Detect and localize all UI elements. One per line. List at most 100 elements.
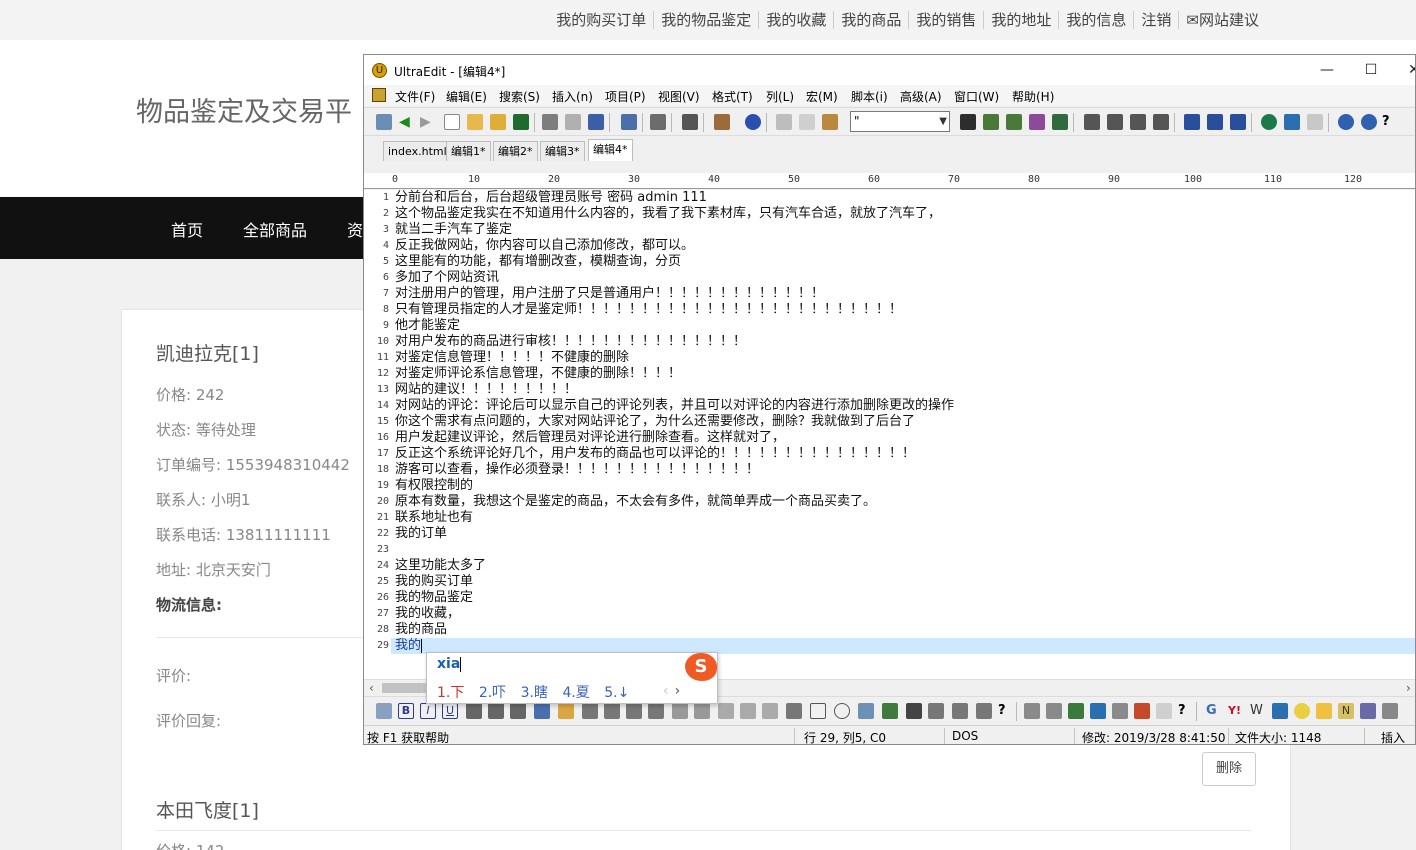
menu-file[interactable]: 文件(F) xyxy=(395,88,435,105)
select-icon[interactable] xyxy=(762,703,778,719)
menu-project[interactable]: 项目(P) xyxy=(605,88,646,105)
delete-button[interactable]: 删除 xyxy=(1202,752,1256,786)
button-element-icon[interactable] xyxy=(786,703,802,719)
bullet-list-icon[interactable] xyxy=(488,703,504,719)
menu-script[interactable]: 脚本(i) xyxy=(851,88,888,105)
link-my-appraisals[interactable]: 我的物品鉴定 xyxy=(653,11,758,29)
tab-edit3[interactable]: 编辑3* xyxy=(540,141,585,161)
pen-icon[interactable] xyxy=(1134,703,1150,719)
find-prev-icon[interactable] xyxy=(1006,114,1022,130)
comment-icon[interactable] xyxy=(976,703,992,719)
sogou-icon[interactable]: S xyxy=(685,653,717,681)
font-icon[interactable] xyxy=(534,703,550,719)
find-in-files-icon[interactable] xyxy=(1052,114,1068,130)
php-icon[interactable] xyxy=(1360,703,1376,719)
html-align-right-icon[interactable] xyxy=(626,703,642,719)
italic-icon[interactable]: I xyxy=(420,703,436,719)
info-icon[interactable] xyxy=(1338,114,1354,130)
print-preview-icon[interactable] xyxy=(565,114,581,130)
yahoo-icon[interactable]: Y! xyxy=(1228,703,1244,719)
more-tools-icon[interactable] xyxy=(1382,703,1398,719)
split-horizontal-icon[interactable] xyxy=(1184,114,1200,130)
ime-candidate[interactable]: 4.夏 xyxy=(562,685,589,701)
notes-icon[interactable] xyxy=(1316,703,1332,719)
wikipedia-icon[interactable]: W xyxy=(1250,703,1266,719)
split-vertical-icon[interactable] xyxy=(1207,114,1223,130)
input-icon[interactable] xyxy=(740,703,756,719)
paste-icon[interactable] xyxy=(822,114,838,130)
align-center-icon[interactable] xyxy=(1107,114,1123,130)
cut-icon[interactable] xyxy=(776,114,792,130)
scroll-left-icon[interactable]: ‹ xyxy=(369,680,374,696)
chevron-left-icon[interactable]: ‹ xyxy=(663,683,669,699)
link-icon[interactable] xyxy=(928,703,944,719)
find-next-icon[interactable] xyxy=(983,114,999,130)
link-my-sales[interactable]: 我的销售 xyxy=(908,11,983,29)
link-logout[interactable]: 注销 xyxy=(1133,11,1178,29)
frame-icon[interactable] xyxy=(858,703,874,719)
highlight-icon[interactable] xyxy=(558,703,574,719)
html-align-left-icon[interactable] xyxy=(582,703,598,719)
align-left-icon[interactable] xyxy=(1084,114,1100,130)
html-help-icon[interactable]: ? xyxy=(998,703,1014,719)
image-icon[interactable] xyxy=(882,703,898,719)
anchor-icon[interactable] xyxy=(906,703,922,719)
checkbox-icon[interactable] xyxy=(810,703,826,719)
menu-edit[interactable]: 编辑(E) xyxy=(446,88,487,105)
numbered-list-icon[interactable] xyxy=(510,703,526,719)
html-tidy-icon[interactable] xyxy=(1090,703,1106,719)
ftp-icon[interactable] xyxy=(1284,114,1300,130)
scroll-right-icon[interactable]: › xyxy=(1406,680,1411,696)
folder-icon[interactable] xyxy=(490,114,506,130)
print-icon[interactable] xyxy=(542,114,558,130)
tab-edit4[interactable]: 编辑4* xyxy=(588,139,633,161)
table-insert-icon[interactable] xyxy=(1024,703,1040,719)
tab-index-html[interactable]: index.html xyxy=(383,141,452,161)
justify-icon[interactable] xyxy=(1153,114,1169,130)
globe-icon[interactable] xyxy=(1261,114,1277,130)
save-icon[interactable] xyxy=(513,114,529,130)
menu-insert[interactable]: 插入(n) xyxy=(552,88,593,105)
ime-candidate[interactable]: 5.↓ xyxy=(604,685,629,701)
spell-check-icon[interactable] xyxy=(588,114,604,130)
msdn-icon[interactable] xyxy=(1272,703,1288,719)
menu-macro[interactable]: 宏(M) xyxy=(806,88,838,105)
back-icon[interactable]: ◀ xyxy=(399,114,415,130)
textbox-icon[interactable] xyxy=(718,703,734,719)
replace-icon[interactable] xyxy=(1029,114,1045,130)
text-editor-area[interactable]: 1 分前台和后台，后台超级管理员账号 密码 admin 111 2 这个物品鉴定… xyxy=(364,190,1415,680)
link-my-address[interactable]: 我的地址 xyxy=(983,11,1058,29)
settings-icon[interactable] xyxy=(1307,114,1323,130)
link-my-products[interactable]: 我的商品 xyxy=(833,11,908,29)
nav-news[interactable]: 资 xyxy=(347,217,363,241)
order-title[interactable]: 凯迪拉克[1] xyxy=(156,339,259,366)
word-wrap-icon[interactable] xyxy=(650,114,666,130)
link-my-favorites[interactable]: 我的收藏 xyxy=(758,11,833,29)
help-icon[interactable] xyxy=(1361,114,1377,130)
code-icon[interactable] xyxy=(1112,703,1128,719)
tab-edit1[interactable]: 编辑1* xyxy=(446,141,491,161)
menu-help[interactable]: 帮助(H) xyxy=(1012,88,1054,105)
menu-search[interactable]: 搜索(S) xyxy=(499,88,540,105)
window-titlebar[interactable]: U UltraEdit - [编辑4*] — ☐ ✕ xyxy=(364,55,1415,85)
radio-icon[interactable] xyxy=(834,703,850,719)
ime-candidate[interactable]: 3.瞎 xyxy=(521,685,548,701)
cascade-icon[interactable] xyxy=(1230,114,1246,130)
open-folder-icon[interactable] xyxy=(467,114,483,130)
scrollbar-thumb[interactable] xyxy=(382,683,428,693)
ime-candidate[interactable]: 2.吓 xyxy=(479,685,506,701)
clipboard-icon[interactable] xyxy=(714,114,730,130)
chevron-right-icon[interactable]: › xyxy=(675,683,681,699)
eraser-icon[interactable] xyxy=(1156,703,1172,719)
menu-column[interactable]: 列(L) xyxy=(766,88,794,105)
horizontal-rule-icon[interactable] xyxy=(694,703,710,719)
html-file-icon[interactable] xyxy=(376,703,392,719)
new-file-icon[interactable] xyxy=(444,114,460,130)
menu-advanced[interactable]: 高级(A) xyxy=(900,88,942,105)
link-my-orders[interactable]: 我的购买订单 xyxy=(549,11,653,29)
copy-icon[interactable] xyxy=(799,114,815,130)
google-icon[interactable]: G xyxy=(1206,703,1222,719)
n-icon[interactable]: N xyxy=(1338,703,1354,719)
close-button[interactable]: ✕ xyxy=(1402,59,1415,81)
align-right-icon[interactable] xyxy=(1130,114,1146,130)
